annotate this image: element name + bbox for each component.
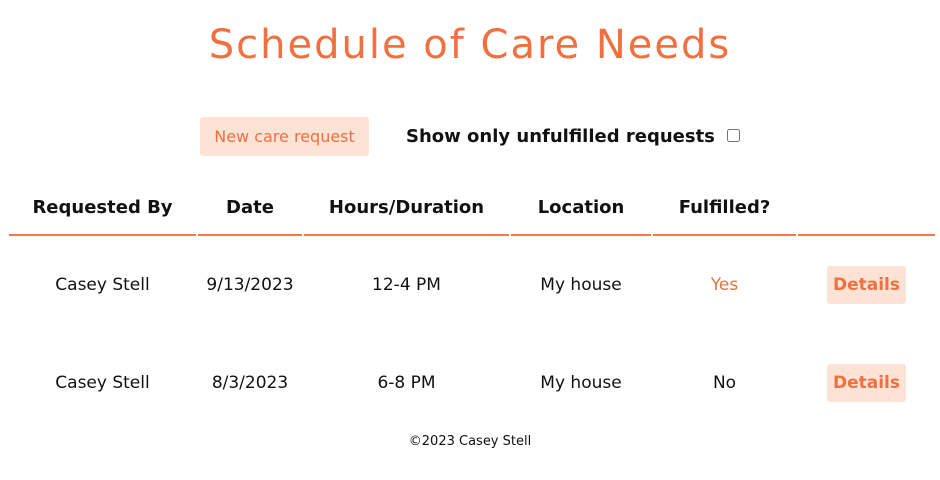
details-button[interactable]: Details (827, 364, 906, 402)
unfulfilled-filter-checkbox[interactable] (727, 129, 740, 142)
cell-actions: Details (798, 334, 935, 432)
cell-requested-by: Casey Stell (55, 275, 150, 295)
footer-copyright: ©2023 Casey Stell (408, 434, 532, 449)
column-header-fulfilled: Fulfilled? (653, 180, 796, 236)
table-row: Casey Stell 8/3/2023 6-8 PM My house No … (9, 334, 935, 432)
details-button[interactable]: Details (827, 266, 906, 304)
unfulfilled-filter-label: Show only unfulfilled requests (406, 126, 715, 147)
cell-hours: 12-4 PM (372, 275, 441, 295)
page-title: Schedule of Care Needs (208, 22, 732, 68)
controls-bar: New care request Show only unfulfilled r… (0, 117, 940, 157)
cell-date: 9/13/2023 (206, 275, 294, 295)
column-header-date: Date (198, 180, 302, 236)
cell-location: My house (540, 373, 622, 393)
column-header-actions (798, 180, 935, 236)
table-header-row: Requested By Date Hours/Duration Locatio… (9, 180, 935, 236)
cell-hours: 6-8 PM (377, 373, 436, 393)
cell-fulfilled: Yes (710, 275, 739, 295)
cell-date: 8/3/2023 (211, 373, 289, 393)
cell-fulfilled: No (712, 373, 737, 393)
column-header-hours: Hours/Duration (304, 180, 509, 236)
cell-location: My house (540, 275, 622, 295)
care-requests-table: Requested By Date Hours/Duration Locatio… (7, 180, 937, 432)
table-row: Casey Stell 9/13/2023 12-4 PM My house Y… (9, 236, 935, 334)
cell-requested-by: Casey Stell (55, 373, 150, 393)
cell-actions: Details (798, 236, 935, 334)
new-care-request-button[interactable]: New care request (200, 117, 369, 156)
column-header-requested-by: Requested By (9, 180, 196, 236)
column-header-location: Location (511, 180, 651, 236)
